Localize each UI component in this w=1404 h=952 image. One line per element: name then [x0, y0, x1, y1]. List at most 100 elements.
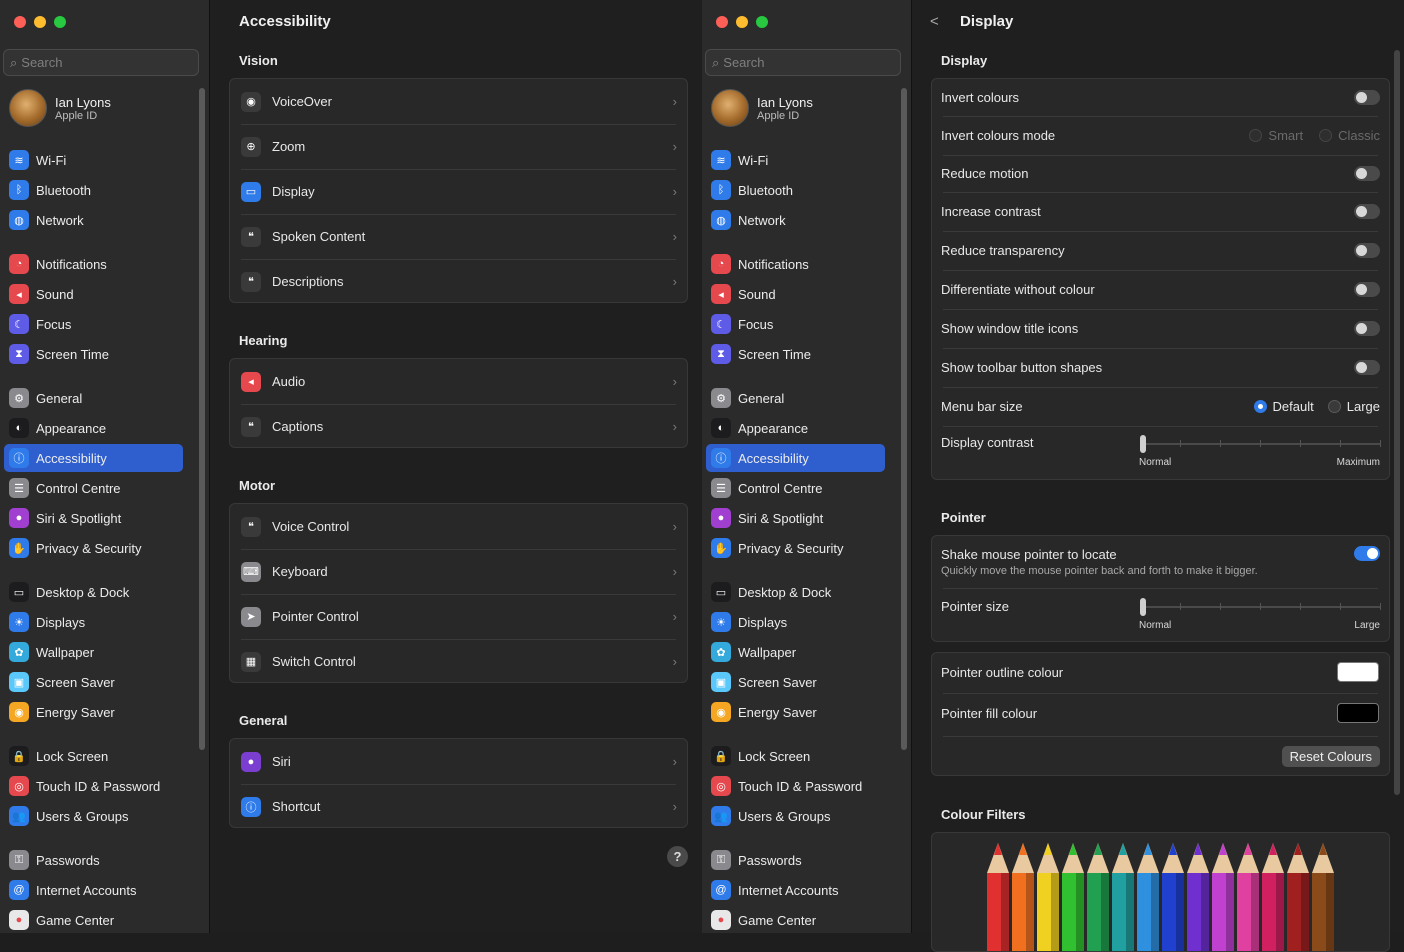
sidebar-item-screen-time[interactable]: ⧗ Screen Time [706, 340, 885, 368]
sidebar-item-label: Screen Saver [738, 674, 817, 690]
zoom-button[interactable] [54, 16, 66, 28]
invert-mode-classic-radio[interactable]: Classic [1319, 128, 1380, 143]
toolbar-shapes-toggle[interactable] [1354, 360, 1380, 375]
search-field[interactable]: ⌕ [3, 49, 199, 76]
row-spoken-content[interactable]: ❝ Spoken Content › [230, 214, 687, 259]
sidebar-item-privacy-security[interactable]: ✋ Privacy & Security [706, 534, 885, 562]
shake-pointer-toggle[interactable] [1354, 546, 1380, 561]
row-audio[interactable]: ◂ Audio › [230, 359, 687, 404]
row-shortcut[interactable]: ⓘ Shortcut › [230, 784, 687, 829]
pointer-outline-swatch[interactable] [1337, 662, 1379, 682]
help-button[interactable]: ? [667, 846, 688, 867]
sidebar-scrollbar[interactable] [199, 88, 205, 750]
menu-bar-default-radio[interactable]: Default [1253, 399, 1314, 414]
apple-id-account[interactable]: Ian Lyons Apple ID [9, 89, 111, 127]
back-button[interactable]: < [930, 13, 939, 30]
minimize-button[interactable] [736, 16, 748, 28]
sidebar-item-notifications[interactable]: ◔ Notifications [4, 250, 183, 278]
sidebar-item-sound[interactable]: ◂ Sound [706, 280, 885, 308]
row-captions[interactable]: ❝ Captions › [230, 404, 687, 449]
row-voiceover[interactable]: ◉ VoiceOver › [230, 79, 687, 124]
sidebar-item-privacy-security[interactable]: ✋ Privacy & Security [4, 534, 183, 562]
sidebar-item-wi-fi[interactable]: ≋ Wi-Fi [4, 146, 183, 174]
sidebar-item-screen-saver[interactable]: ▣ Screen Saver [706, 668, 885, 696]
sidebar-item-screen-saver[interactable]: ▣ Screen Saver [4, 668, 183, 696]
close-button[interactable] [14, 16, 26, 28]
sidebar-item-focus[interactable]: ☾ Focus [4, 310, 183, 338]
sidebar-item-bluetooth[interactable]: ᛒ Bluetooth [4, 176, 183, 204]
sidebar-item-lock-screen[interactable]: 🔒 Lock Screen [706, 742, 885, 770]
sidebar-item-sound[interactable]: ◂ Sound [4, 280, 183, 308]
invert-colours-toggle[interactable] [1354, 90, 1380, 105]
row-zoom[interactable]: ⊕ Zoom › [230, 124, 687, 169]
sidebar-item-passwords[interactable]: ⚿ Passwords [4, 846, 183, 874]
sidebar-item-focus[interactable]: ☾ Focus [706, 310, 885, 338]
sidebar-item-accessibility[interactable]: ⓘ Accessibility [706, 444, 885, 472]
sidebar-item-notifications[interactable]: ◔ Notifications [706, 250, 885, 278]
row-pointer-control[interactable]: ➤ Pointer Control › [230, 594, 687, 639]
sidebar-item-energy-saver[interactable]: ◉ Energy Saver [706, 698, 885, 726]
search-input[interactable] [723, 55, 884, 70]
invert-mode-smart-radio[interactable]: Smart [1249, 128, 1303, 143]
row-keyboard[interactable]: ⌨ Keyboard › [230, 549, 687, 594]
pencil-7 [1162, 843, 1184, 951]
sidebar-item-desktop-dock[interactable]: ▭ Desktop & Dock [4, 578, 183, 606]
sidebar-item-passwords[interactable]: ⚿ Passwords [706, 846, 885, 874]
increase-contrast-toggle[interactable] [1354, 204, 1380, 219]
sidebar-item-displays[interactable]: ☀ Displays [4, 608, 183, 636]
sidebar-item-users-groups[interactable]: 👥 Users & Groups [4, 802, 183, 830]
reset-colours-button[interactable]: Reset Colours [1281, 746, 1380, 767]
row-display[interactable]: ▭ Display › [230, 169, 687, 214]
search-field[interactable]: ⌕ [705, 49, 901, 76]
sidebar-item-accessibility[interactable]: ⓘ Accessibility [4, 444, 183, 472]
row-switch-control[interactable]: ▦ Switch Control › [230, 639, 687, 684]
sidebar-item-lock-screen[interactable]: 🔒 Lock Screen [4, 742, 183, 770]
display-contrast-knob[interactable] [1140, 435, 1146, 453]
sidebar-item-network[interactable]: ◍ Network [706, 206, 885, 234]
sidebar-scrollbar[interactable] [901, 88, 907, 750]
sidebar-item-internet-accounts[interactable]: @ Internet Accounts [706, 876, 885, 904]
sidebar-item-desktop-dock[interactable]: ▭ Desktop & Dock [706, 578, 885, 606]
sidebar-item-appearance[interactable]: ◐ Appearance [4, 414, 183, 442]
pointer-size-knob[interactable] [1140, 598, 1146, 616]
search-input[interactable] [21, 55, 182, 70]
minimize-button[interactable] [34, 16, 46, 28]
row-siri[interactable]: ● Siri › [230, 739, 687, 784]
display-contrast-slider[interactable] [1140, 434, 1381, 454]
reduce-transparency-toggle[interactable] [1354, 243, 1380, 258]
sidebar-item-appearance[interactable]: ◐ Appearance [706, 414, 885, 442]
differentiate-toggle[interactable] [1354, 282, 1380, 297]
reduce-motion-toggle[interactable] [1354, 166, 1380, 181]
sidebar-item-screen-time[interactable]: ⧗ Screen Time [4, 340, 183, 368]
zoom-button[interactable] [756, 16, 768, 28]
sidebar-item-wallpaper[interactable]: ✿ Wallpaper [4, 638, 183, 666]
sidebar-item-energy-saver[interactable]: ◉ Energy Saver [4, 698, 183, 726]
sidebar-item-bluetooth[interactable]: ᛒ Bluetooth [706, 176, 885, 204]
sidebar-item-game-center[interactable]: ● Game Center [706, 906, 885, 933]
sidebar-item-control-centre[interactable]: ☰ Control Centre [706, 474, 885, 502]
sidebar-item-touch-id-password[interactable]: ◎ Touch ID & Password [706, 772, 885, 800]
menu-bar-large-radio[interactable]: Large [1327, 399, 1380, 414]
sidebar-item-network[interactable]: ◍ Network [4, 206, 183, 234]
sidebar-item-control-centre[interactable]: ☰ Control Centre [4, 474, 183, 502]
close-button[interactable] [716, 16, 728, 28]
display-scrollbar[interactable] [1394, 50, 1400, 795]
sidebar-item-siri-spotlight[interactable]: ● Siri & Spotlight [4, 504, 183, 532]
sidebar-item-touch-id-password[interactable]: ◎ Touch ID & Password [4, 772, 183, 800]
sidebar-item-game-center[interactable]: ● Game Center [4, 906, 183, 933]
sidebar-item-wi-fi[interactable]: ≋ Wi-Fi [706, 146, 885, 174]
sidebar-item-siri-spotlight[interactable]: ● Siri & Spotlight [706, 504, 885, 532]
sidebar-item-general[interactable]: ⚙ General [4, 384, 183, 412]
sidebar-item-internet-accounts[interactable]: @ Internet Accounts [4, 876, 183, 904]
pointer-fill-swatch[interactable] [1337, 703, 1379, 723]
pointer-size-min-label: Normal [1139, 620, 1172, 631]
apple-id-account[interactable]: Ian Lyons Apple ID [711, 89, 813, 127]
sidebar-item-users-groups[interactable]: 👥 Users & Groups [706, 802, 885, 830]
window-title-icons-toggle[interactable] [1354, 321, 1380, 336]
sidebar-item-displays[interactable]: ☀ Displays [706, 608, 885, 636]
pointer-size-slider[interactable] [1140, 597, 1381, 617]
row-voice-control[interactable]: ❝ Voice Control › [230, 504, 687, 549]
row-descriptions[interactable]: ❝ Descriptions › [230, 259, 687, 304]
sidebar-item-wallpaper[interactable]: ✿ Wallpaper [706, 638, 885, 666]
sidebar-item-general[interactable]: ⚙ General [706, 384, 885, 412]
